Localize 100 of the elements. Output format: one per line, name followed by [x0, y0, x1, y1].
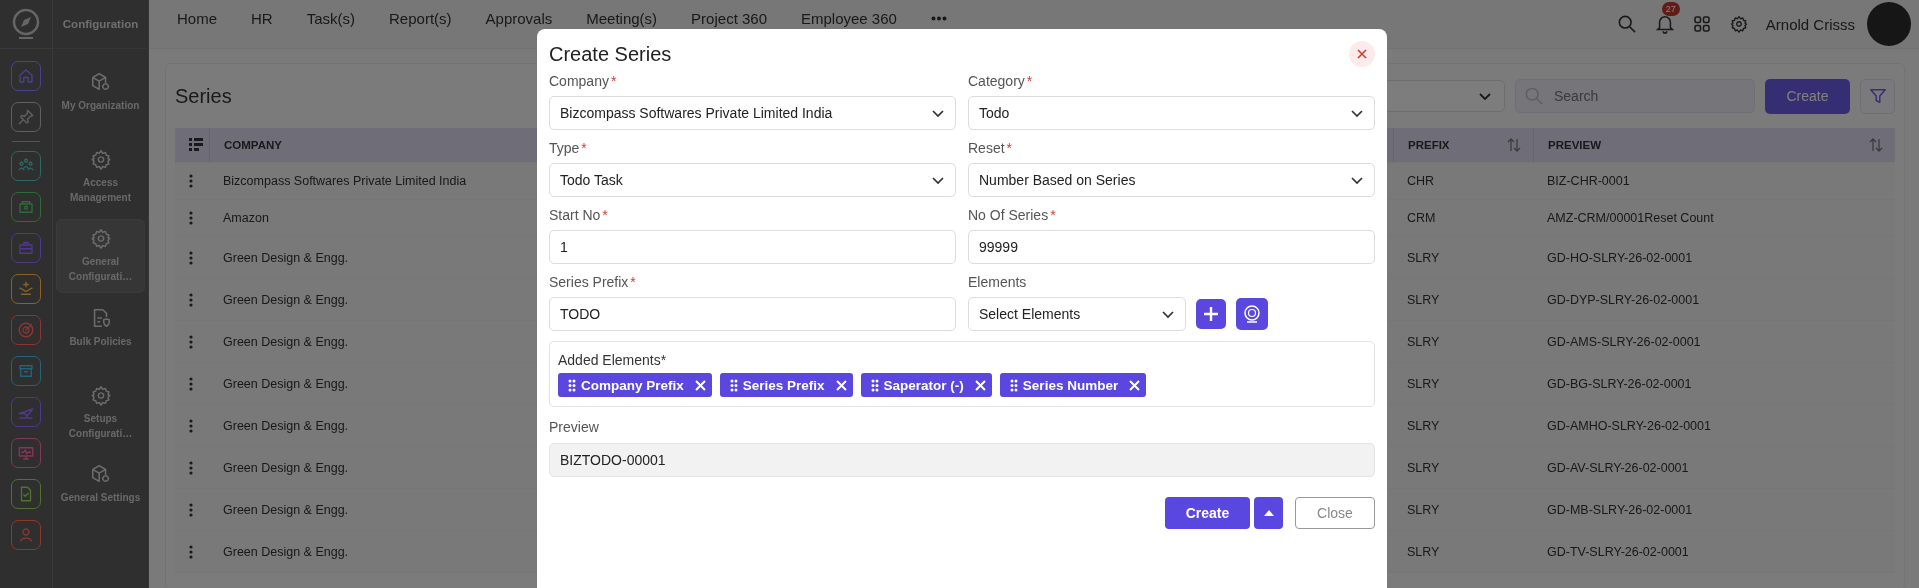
close-button[interactable]: Close	[1295, 497, 1375, 529]
kebab-menu-icon[interactable]	[189, 544, 193, 559]
close-button[interactable]	[1349, 41, 1375, 67]
nav-link[interactable]: Meeting(s)	[586, 9, 658, 27]
table-cell: AMZ-CRM/00001Reset Count	[1547, 211, 1714, 225]
user-name[interactable]: Arnold Crisss	[1765, 15, 1855, 33]
more-icon[interactable]	[930, 15, 947, 21]
kebab-menu-icon[interactable]	[189, 174, 193, 188]
input-field[interactable]: 1	[549, 230, 956, 264]
compass-icon[interactable]	[11, 8, 41, 40]
required-mark: *	[602, 207, 608, 223]
caret-up-icon	[1263, 510, 1274, 516]
cube-gear-icon	[89, 71, 112, 93]
gear-icon	[89, 149, 112, 170]
nav-link[interactable]: Project 360	[691, 9, 767, 27]
module-nav-item[interactable]: General Settings	[56, 455, 145, 527]
element-chip[interactable]: Saperator (-)	[860, 373, 992, 397]
select-field[interactable]: Select Elements	[968, 297, 1186, 331]
column-header[interactable]: PREVIEW	[1548, 139, 1602, 151]
input-field[interactable]: TODO	[549, 297, 956, 331]
table-cell: GD-TV-SLRY-26-02-0001	[1547, 544, 1689, 559]
table-cell: Bizcompass Softwares Private Limited India	[223, 174, 467, 188]
remove-icon[interactable]	[835, 379, 847, 391]
people-icon[interactable]	[11, 151, 41, 181]
field-label: Category	[968, 73, 1025, 89]
element-chip[interactable]: Series Prefix	[719, 373, 853, 397]
create-button[interactable]: Create	[1765, 78, 1850, 114]
select-field[interactable]: Bizcompass Softwares Private Limited India	[549, 96, 956, 130]
settings-icon[interactable]	[1729, 15, 1748, 33]
remove-icon[interactable]	[974, 379, 986, 391]
module-title: Configuration	[53, 0, 148, 49]
module-nav-item[interactable]: Bulk Policies	[56, 299, 145, 371]
table-cell: SLRY	[1407, 418, 1440, 433]
module-nav-item[interactable]: Access Management	[56, 141, 145, 213]
input-field[interactable]: 99999	[968, 230, 1375, 264]
required-mark: *	[610, 73, 617, 89]
select-field[interactable]: Todo	[968, 96, 1375, 130]
kebab-menu-icon[interactable]	[189, 502, 193, 517]
globe-button[interactable]	[1236, 298, 1268, 330]
drag-handle-icon	[1009, 378, 1018, 392]
avatar[interactable]	[1867, 2, 1911, 46]
pin-icon[interactable]	[11, 102, 41, 132]
kebab-menu-icon[interactable]	[189, 376, 193, 391]
required-mark: *	[630, 274, 636, 290]
field-label: Elements	[968, 274, 1028, 292]
add-button[interactable]	[1196, 299, 1226, 329]
select-field[interactable]: Todo Task	[549, 163, 956, 197]
field-label: No Of Series	[968, 207, 1049, 223]
table-cell: SLRY	[1407, 334, 1440, 349]
plus-icon	[1203, 306, 1219, 322]
bell-icon[interactable]	[1655, 14, 1674, 34]
table-cell: Green Design & Engg.	[223, 418, 349, 433]
table-cell: Green Design & Engg.	[223, 460, 349, 475]
field-label: Type	[549, 140, 580, 156]
filter-button[interactable]	[1860, 78, 1895, 114]
search-icon[interactable]	[1617, 15, 1636, 33]
table-cell: Green Design & Engg.	[223, 502, 349, 517]
table-cell: BIZ-CHR-0001	[1547, 174, 1630, 188]
select-field[interactable]: Number Based on Series	[968, 163, 1375, 197]
table-cell: SLRY	[1407, 250, 1440, 265]
nav-link[interactable]: HR	[251, 9, 273, 27]
preview-field[interactable]: BIZTODO-00001	[549, 443, 1375, 477]
table-cell: GD-HO-SLRY-26-02-0001	[1547, 250, 1693, 265]
kebab-menu-icon[interactable]	[189, 211, 193, 225]
nav-link[interactable]: Home	[177, 9, 217, 27]
nav-link[interactable]: Task(s)	[306, 9, 356, 27]
drag-handle-icon	[729, 378, 738, 392]
kebab-menu-icon[interactable]	[189, 334, 193, 349]
column-header[interactable]: COMPANY	[224, 139, 282, 151]
grid-icon[interactable]	[1693, 16, 1710, 32]
remove-icon[interactable]	[1129, 379, 1141, 391]
column-header[interactable]: PREFIX	[1408, 139, 1450, 151]
kebab-menu-icon[interactable]	[189, 250, 193, 265]
wallet-icon[interactable]	[11, 192, 41, 222]
nav-link[interactable]: Employee 360	[801, 9, 897, 27]
module-nav-item[interactable]: Setups Configurati…	[56, 377, 145, 449]
kebab-menu-icon[interactable]	[189, 418, 193, 433]
kebab-menu-icon[interactable]	[189, 292, 193, 307]
search-field[interactable]: Search	[1515, 79, 1755, 113]
nav-link[interactable]: Approvals	[485, 9, 553, 27]
required-mark: *	[1006, 140, 1013, 156]
remove-icon[interactable]	[694, 379, 706, 391]
module-nav-item[interactable]: My Organization	[56, 63, 145, 135]
sort-icon[interactable]	[1507, 138, 1521, 152]
table-cell: Green Design & Engg.	[223, 334, 349, 349]
nav-link[interactable]: Report(s)	[389, 9, 452, 27]
table-cell: SLRY	[1407, 502, 1440, 517]
element-chip[interactable]: Company Prefix	[558, 373, 712, 397]
element-chip[interactable]: Series Number	[999, 373, 1147, 397]
table-cell: GD-DYP-SLRY-26-02-0001	[1547, 292, 1700, 307]
required-mark: *	[581, 140, 587, 156]
table-cell: CHR	[1407, 174, 1435, 188]
create-button[interactable]: Create	[1165, 497, 1250, 529]
table-cell: GD-AV-SLRY-26-02-0001	[1547, 460, 1689, 475]
kebab-menu-icon[interactable]	[189, 460, 193, 475]
dropdown-button[interactable]	[1254, 497, 1283, 529]
sort-icon[interactable]	[1869, 138, 1883, 152]
column-settings-icon[interactable]	[189, 138, 203, 152]
required-mark: *	[1050, 207, 1056, 223]
document-icon[interactable]	[11, 479, 41, 509]
